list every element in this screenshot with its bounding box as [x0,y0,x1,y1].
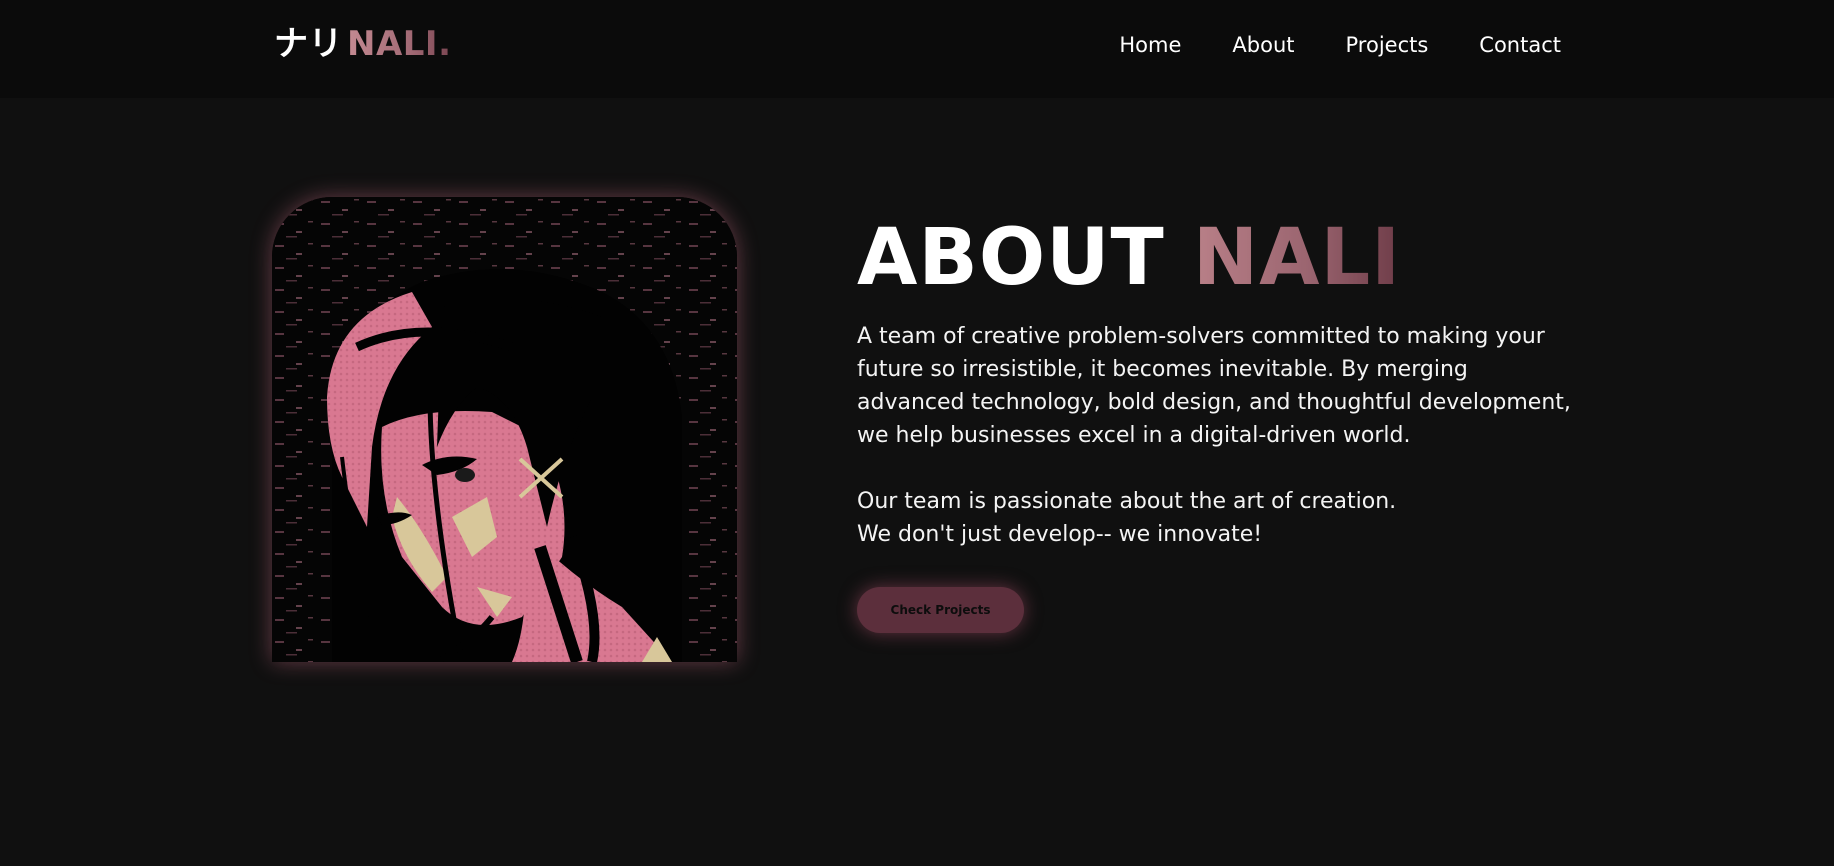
about-title-accent: NALI [1192,213,1402,303]
about-portrait-image [272,197,737,662]
main-nav: Home About Projects Contact [1119,30,1561,60]
about-tagline: Our team is passionate about the art of … [857,485,1577,551]
logo-japanese: ナリ [274,24,343,64]
site-logo[interactable]: ナリ NALI. [274,22,452,66]
nav-link-contact[interactable]: Contact [1479,30,1561,60]
anime-portrait-illustration [272,197,737,662]
nav-link-about[interactable]: About [1232,30,1294,60]
nav-link-home[interactable]: Home [1119,30,1181,60]
about-title: ABOUT NALI [857,212,1401,304]
navbar: ナリ NALI. Home About Projects Contact [0,0,1834,98]
tagline-line-1: Our team is passionate about the art of … [857,489,1397,514]
tagline-line-2: We don't just develop-- we innovate! [857,522,1263,547]
nav-link-projects[interactable]: Projects [1346,30,1429,60]
check-projects-button[interactable]: Check Projects [857,587,1024,633]
logo-brand: NALI. [347,24,452,64]
about-description: A team of creative problem-solvers commi… [857,324,1571,448]
about-title-main: ABOUT [857,213,1165,303]
